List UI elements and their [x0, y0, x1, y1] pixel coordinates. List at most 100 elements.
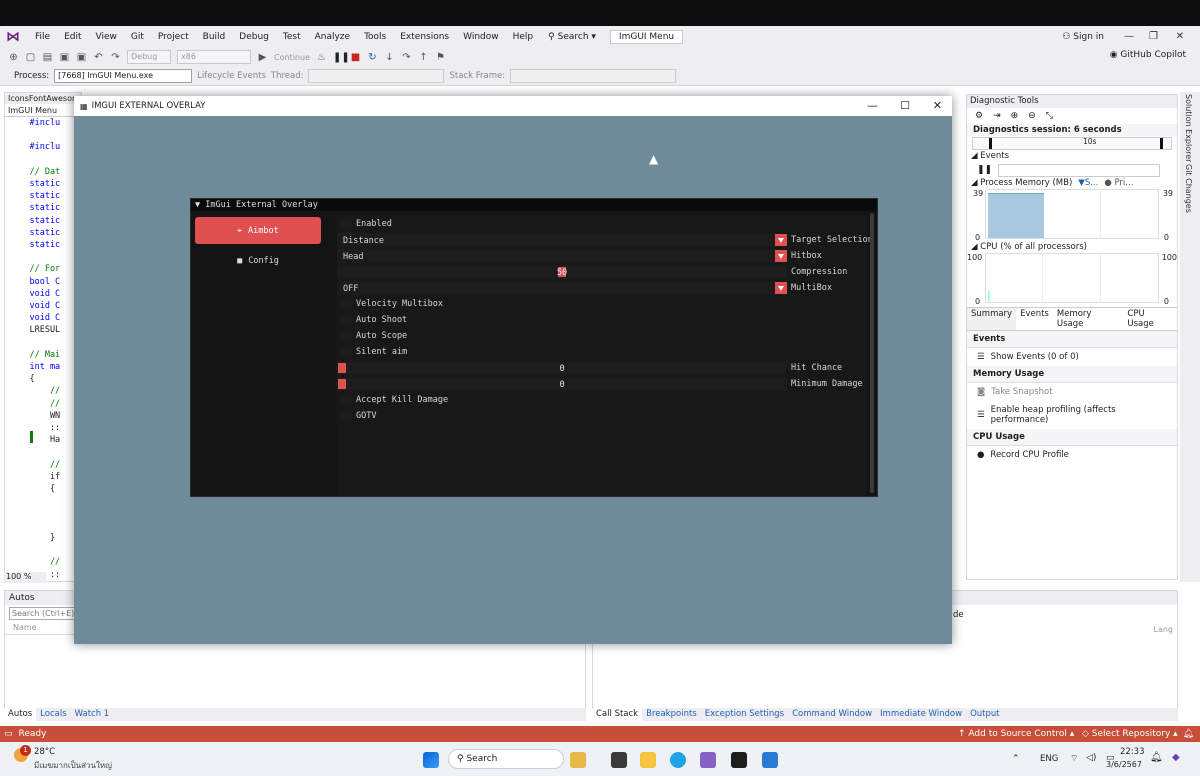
notifications-icon[interactable]: 🔔︎	[1183, 729, 1194, 739]
overlay-close-icon[interactable]: ✕	[933, 96, 942, 116]
target-selection-combo[interactable]: Distance	[337, 233, 775, 247]
collapse-arrow-icon[interactable]: ▼	[195, 200, 205, 210]
sign-in-link[interactable]: ⚇ Sign in	[1062, 26, 1104, 48]
select-repository-button[interactable]: ◇ Select Repository ▴	[1082, 729, 1178, 739]
clock-date[interactable]: 3/6/2567	[1106, 760, 1142, 769]
tab-cpu-usage[interactable]: CPU Usage	[1123, 308, 1177, 330]
edge-icon[interactable]	[670, 752, 686, 768]
enabled-checkbox[interactable]	[341, 219, 351, 229]
overlay-titlebar[interactable]: ▦ IMGUI EXTERNAL OVERLAY — ☐ ✕	[74, 96, 952, 116]
gotv-checkbox[interactable]	[341, 411, 351, 421]
save-all-icon[interactable]: ▣	[76, 52, 87, 63]
menu-test[interactable]: Test	[276, 26, 308, 48]
velocity-multibox-row[interactable]: Velocity Multibox	[337, 296, 867, 312]
silent-aim-row[interactable]: Silent aim	[337, 344, 867, 360]
hitbox-combo[interactable]: Head	[337, 249, 775, 263]
overlay-maximize-icon[interactable]: ☐	[900, 96, 910, 116]
overlay-minimize-icon[interactable]: —	[867, 96, 878, 116]
step-over-icon[interactable]: ↷	[401, 52, 412, 63]
accept-kill-damage-row[interactable]: Accept Kill Damage	[337, 392, 867, 408]
source-control-button[interactable]: ↑ Add to Source Control ▴	[958, 729, 1074, 739]
editor-file-tab[interactable]: IconsFontAwesome	[5, 93, 81, 104]
tab-call-stack[interactable]: Call Stack	[592, 708, 643, 721]
network-icon[interactable]: ⌔	[1070, 753, 1078, 764]
show-events-row[interactable]: ☰ Show Events (0 of 0)	[967, 348, 1177, 366]
code-editor[interactable]: IconsFontAwesome ImGUI Menu #inclu #incl…	[4, 92, 82, 582]
menu-debug[interactable]: Debug	[232, 26, 276, 48]
input-language[interactable]: ENG	[1040, 754, 1058, 764]
menu-build[interactable]: Build	[196, 26, 233, 48]
tab-memory-usage[interactable]: Memory Usage	[1053, 308, 1124, 330]
tab-breakpoints[interactable]: Breakpoints	[642, 708, 701, 721]
minimize-icon[interactable]: —	[1124, 26, 1134, 48]
visual-studio-taskbar-icon[interactable]	[700, 752, 716, 768]
tab-autos[interactable]: Autos	[4, 708, 37, 721]
overlay-app-icon[interactable]	[762, 752, 778, 768]
record-cpu-row[interactable]: ● Record CPU Profile	[967, 446, 1177, 464]
config-combo[interactable]: Debug	[127, 50, 171, 64]
terminal-icon[interactable]	[731, 752, 747, 768]
tab-summary[interactable]: Summary	[967, 308, 1017, 330]
platform-combo[interactable]: x86	[177, 50, 251, 64]
settings-icon[interactable]: ⚙	[975, 111, 983, 121]
tab-locals[interactable]: Locals	[36, 708, 70, 721]
autos-search-input[interactable]: Search (Ctrl+E)	[9, 607, 79, 620]
new-item-icon[interactable]: ▢	[25, 52, 36, 63]
process-combo[interactable]: [7668] ImGUI Menu.exe	[54, 68, 193, 83]
gotv-row[interactable]: GOTV	[337, 408, 867, 424]
hitbox-dropdown-icon[interactable]	[775, 250, 787, 262]
auto-shoot-checkbox[interactable]	[341, 315, 351, 325]
zoom-out-icon[interactable]: ⊖	[1028, 111, 1036, 121]
auto-scope-checkbox[interactable]	[341, 331, 351, 341]
tab-command-window[interactable]: Command Window	[788, 708, 876, 721]
step-into-icon[interactable]: ↓	[384, 52, 395, 63]
restart-icon[interactable]: ↻	[367, 52, 378, 63]
tab-exception-settings[interactable]: Exception Settings	[701, 708, 788, 721]
menu-tools[interactable]: Tools	[357, 26, 393, 48]
target-selection-dropdown-icon[interactable]	[775, 234, 787, 246]
velocity-multibox-checkbox[interactable]	[341, 299, 351, 309]
nav-config-button[interactable]: ■ Config	[195, 247, 321, 274]
thread-combo[interactable]	[308, 68, 445, 83]
visual-studio-logo-icon[interactable]: ⋈	[6, 29, 22, 45]
save-icon[interactable]: ▣	[59, 52, 70, 63]
stop-icon[interactable]: ■	[350, 52, 361, 63]
pause-icon[interactable]: ❚❚	[333, 52, 350, 63]
task-view-icon[interactable]	[611, 752, 627, 768]
redo-icon[interactable]: ↷	[110, 52, 121, 63]
menu-project[interactable]: Project	[151, 26, 196, 48]
tab-immediate-window[interactable]: Immediate Window	[876, 708, 966, 721]
heap-profiling-row[interactable]: ☰ Enable heap profiling (affects performa…	[967, 401, 1177, 429]
menu-file[interactable]: File	[28, 26, 57, 48]
minimum-damage-slider[interactable]: 0	[337, 377, 787, 391]
lifecycle-events-button[interactable]: Lifecycle Events	[197, 71, 266, 81]
menu-window[interactable]: Window	[456, 26, 506, 48]
search-button[interactable]: ⚲ Search ▾	[540, 32, 604, 42]
open-icon[interactable]: ▤	[42, 52, 53, 63]
compression-slider[interactable]: 50	[337, 265, 787, 279]
continue-label[interactable]: Continue	[274, 53, 310, 62]
reset-zoom-icon[interactable]: ⤡	[1046, 111, 1053, 121]
stack-frame-combo[interactable]	[510, 68, 677, 83]
continue-icon[interactable]: ▶	[257, 52, 268, 63]
widget-icon[interactable]	[570, 752, 586, 768]
bookmark-icon[interactable]: ⚑	[435, 52, 446, 63]
enabled-row[interactable]: Enabled	[337, 216, 867, 232]
imgui-title-bar[interactable]: ▼ ImGui External Overlay	[191, 199, 877, 211]
back-icon[interactable]: ⊕	[8, 52, 19, 63]
copilot-tray-icon[interactable]: ◆	[1172, 752, 1180, 763]
tab-watch-1[interactable]: Watch 1	[71, 708, 114, 721]
step-out-icon[interactable]: ↑	[418, 52, 429, 63]
menu-help[interactable]: Help	[506, 26, 541, 48]
menu-edit[interactable]: Edit	[57, 26, 88, 48]
zoom-level[interactable]: 100 %	[4, 572, 46, 583]
show-hidden-icons[interactable]: ⌃	[1012, 754, 1020, 764]
accept-kill-damage-checkbox[interactable]	[341, 395, 351, 405]
file-explorer-icon[interactable]	[640, 752, 656, 768]
menu-view[interactable]: View	[89, 26, 124, 48]
export-icon[interactable]: ⇥	[993, 111, 1001, 121]
hit-chance-slider[interactable]: 0	[337, 361, 787, 375]
solution-explorer-tab[interactable]: Solution Explorer	[1184, 94, 1193, 162]
take-snapshot-row[interactable]: ◙ Take Snapshot	[967, 383, 1177, 401]
auto-shoot-row[interactable]: Auto Shoot	[337, 312, 867, 328]
